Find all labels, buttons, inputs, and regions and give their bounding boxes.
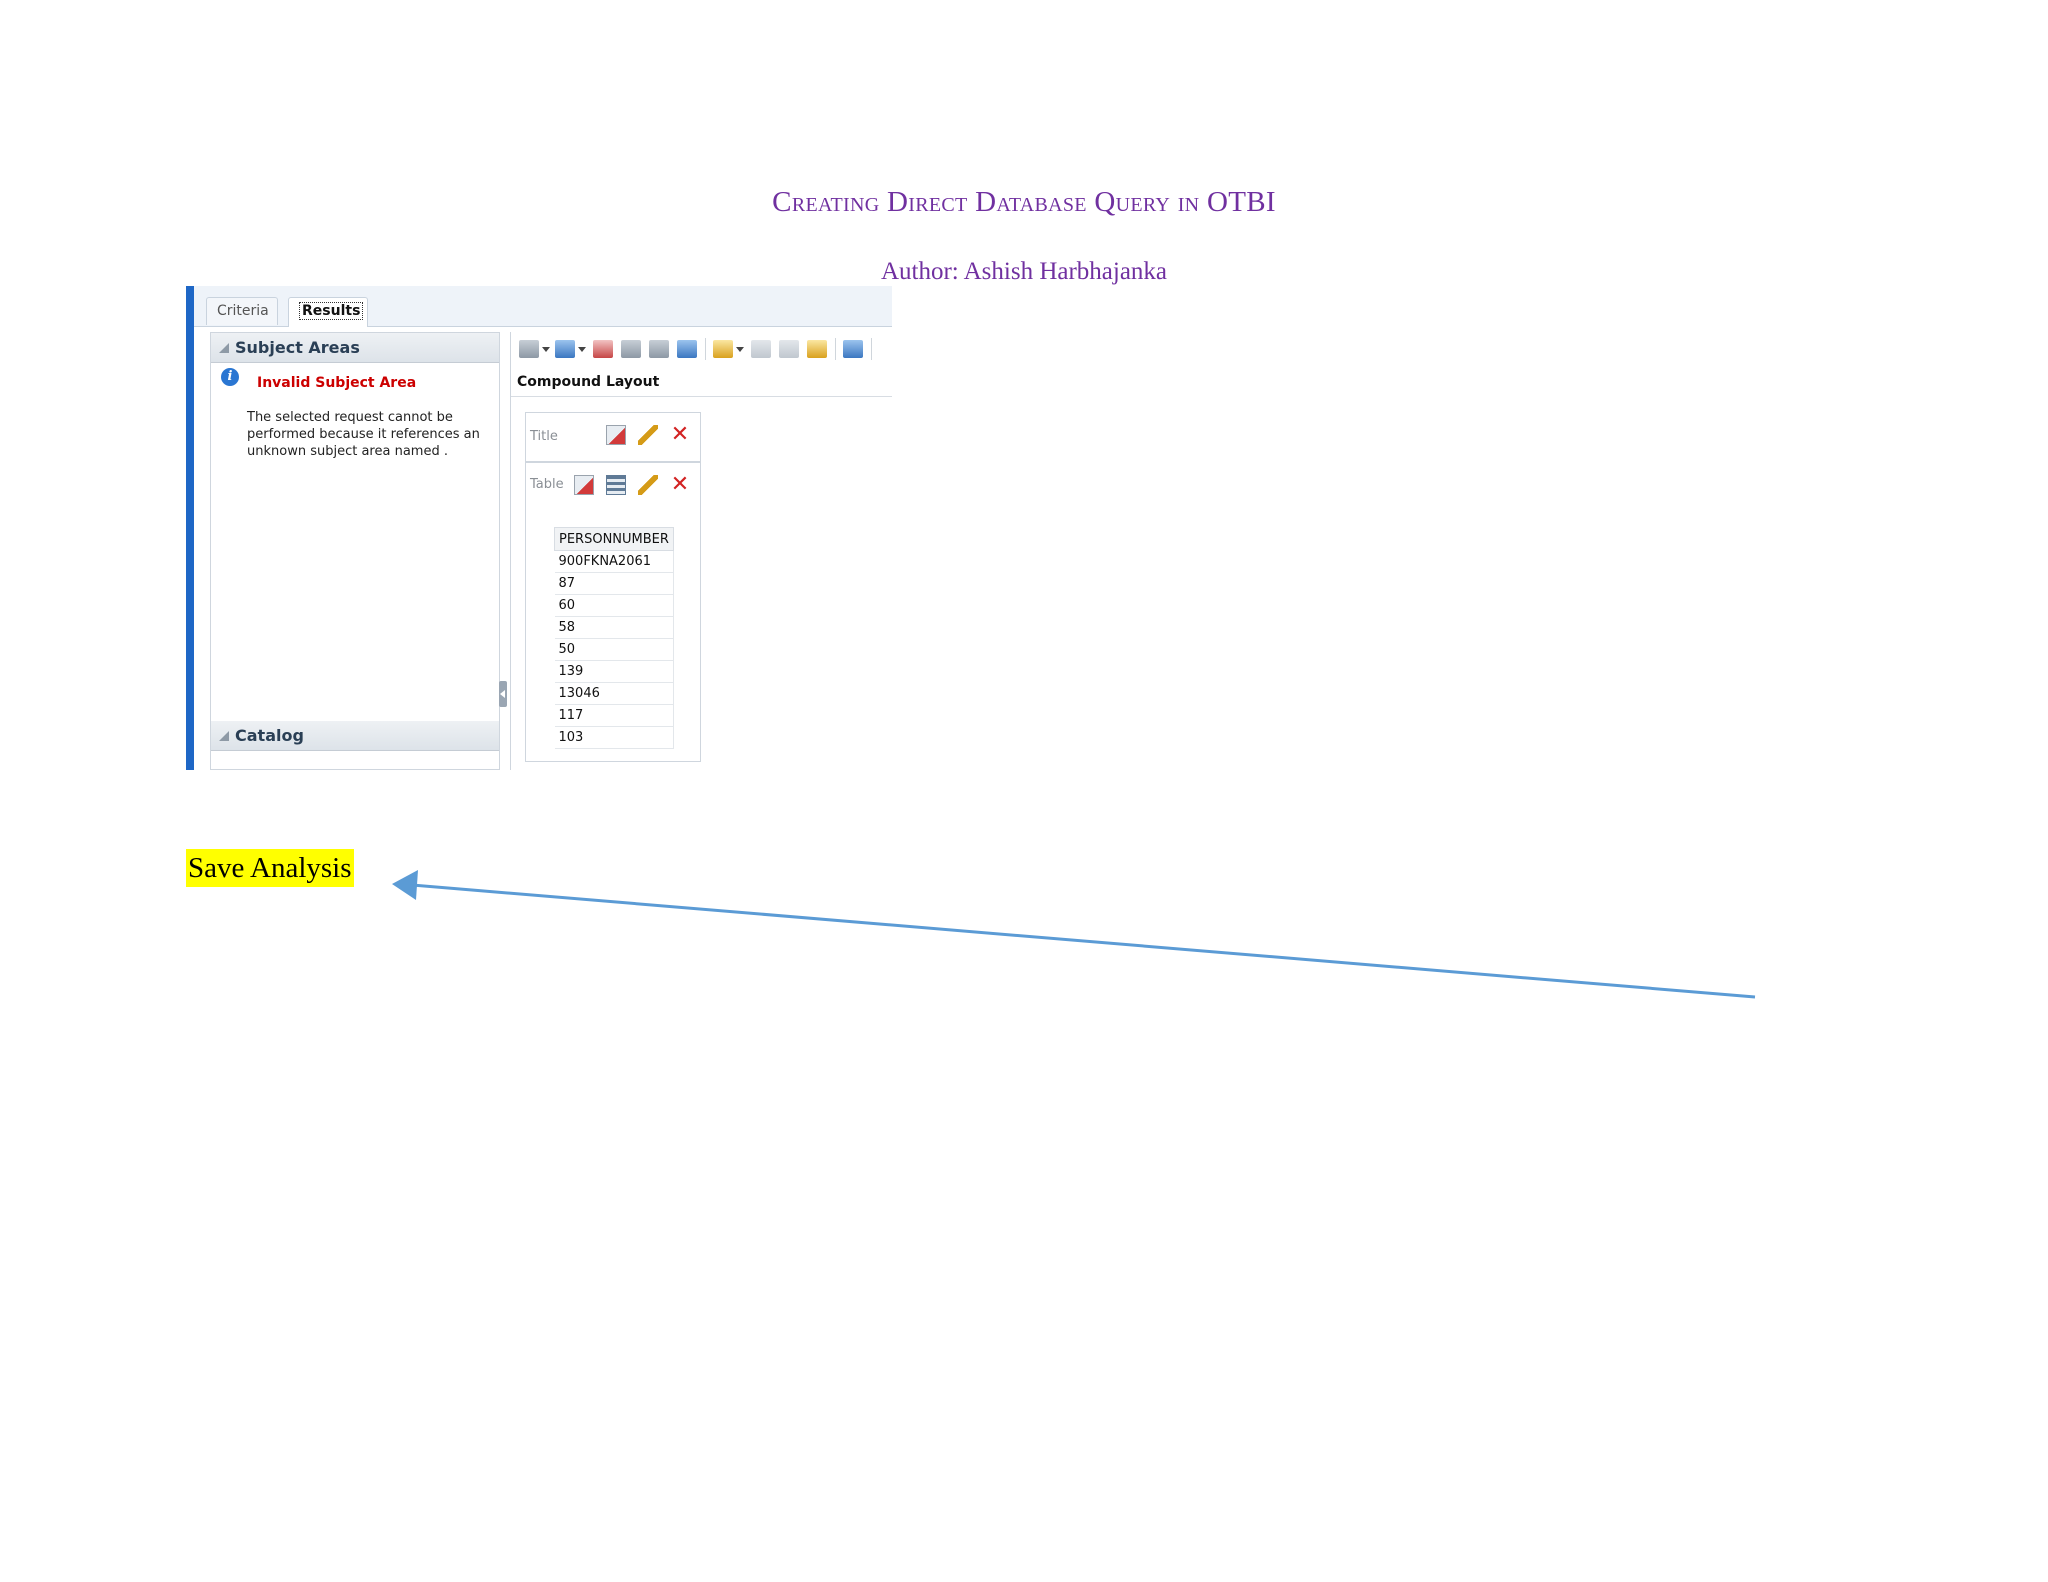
edit-pencil-icon[interactable]: [638, 425, 658, 445]
tab-results[interactable]: Results: [288, 297, 368, 327]
table-row: 50: [554, 638, 674, 661]
save-analysis-annotation: Save Analysis: [186, 849, 354, 887]
column-header-personnumber[interactable]: PERSONNUMBER: [554, 527, 674, 551]
left-panel: Subject Areas i Invalid Subject Area The…: [210, 332, 500, 770]
preview-icon[interactable]: [621, 340, 641, 358]
print-icon[interactable]: [519, 340, 539, 358]
collapse-triangle-icon: [219, 343, 229, 353]
error-message: The selected request cannot be performed…: [247, 410, 480, 459]
chevron-down-icon[interactable]: [736, 347, 744, 352]
delete-x-icon[interactable]: ✕: [670, 474, 690, 496]
catalog-header[interactable]: Catalog: [211, 721, 499, 751]
table-view-label: Table: [530, 477, 564, 492]
left-accent-bar: [186, 286, 194, 770]
table-row: 60: [554, 594, 674, 617]
view-properties-icon[interactable]: [574, 475, 594, 495]
results-toolbar: [511, 332, 892, 366]
results-table: PERSONNUMBER 900FKNA2061 87 60 58 50 139…: [554, 527, 674, 749]
sync-icon[interactable]: [677, 340, 697, 358]
edit-pencil-icon[interactable]: [638, 475, 658, 495]
table-row: 117: [554, 704, 674, 727]
filter-icon[interactable]: [779, 340, 799, 358]
compound-layout-label: Compound Layout: [517, 374, 660, 390]
annotation-arrow: [392, 870, 1756, 999]
title-view-label: Title: [530, 429, 558, 444]
error-title: Invalid Subject Area: [257, 375, 417, 391]
chevron-down-icon[interactable]: [578, 347, 586, 352]
table-row: 900FKNA2061: [554, 550, 674, 573]
table-row: 139: [554, 660, 674, 683]
embedded-screenshot: Criteria Results Subject Areas i Invalid…: [186, 286, 892, 770]
arrow-head-icon: [392, 870, 418, 900]
subject-areas-header[interactable]: Subject Areas: [211, 333, 499, 363]
title-view: Title ✕: [525, 412, 701, 462]
tab-criteria[interactable]: Criteria: [206, 297, 278, 325]
table-row: 103: [554, 726, 674, 749]
tab-strip: Criteria Results: [194, 286, 892, 327]
table-view: Table ✕ PERSONNUMBER 900FKNA2061 87 60 5…: [525, 462, 701, 762]
document-title: Creating Direct Database Query in OTBI: [772, 186, 1276, 218]
document-author: Author: Ashish Harbhajanka: [880, 258, 1168, 285]
info-icon: i: [221, 368, 239, 386]
table-format-icon[interactable]: [606, 475, 626, 495]
panel-collapse-handle[interactable]: [499, 681, 507, 707]
table-row: 13046: [554, 682, 674, 705]
arrow-line: [411, 883, 1756, 999]
collapse-triangle-icon: [219, 731, 229, 741]
selection-steps-icon[interactable]: [807, 340, 827, 358]
refresh-icon[interactable]: [649, 340, 669, 358]
table-row: 87: [554, 572, 674, 595]
results-area: Compound Layout Title ✕ Table ✕ PERSONNU…: [510, 332, 892, 770]
schedule-icon[interactable]: [593, 340, 613, 358]
pivot-icon[interactable]: [843, 340, 863, 358]
properties-icon[interactable]: [751, 340, 771, 358]
delete-x-icon[interactable]: ✕: [670, 424, 690, 446]
view-properties-icon[interactable]: [606, 425, 626, 445]
new-view-icon[interactable]: [713, 340, 733, 358]
chevron-down-icon[interactable]: [542, 347, 550, 352]
export-icon[interactable]: [555, 340, 575, 358]
table-row: 58: [554, 616, 674, 639]
